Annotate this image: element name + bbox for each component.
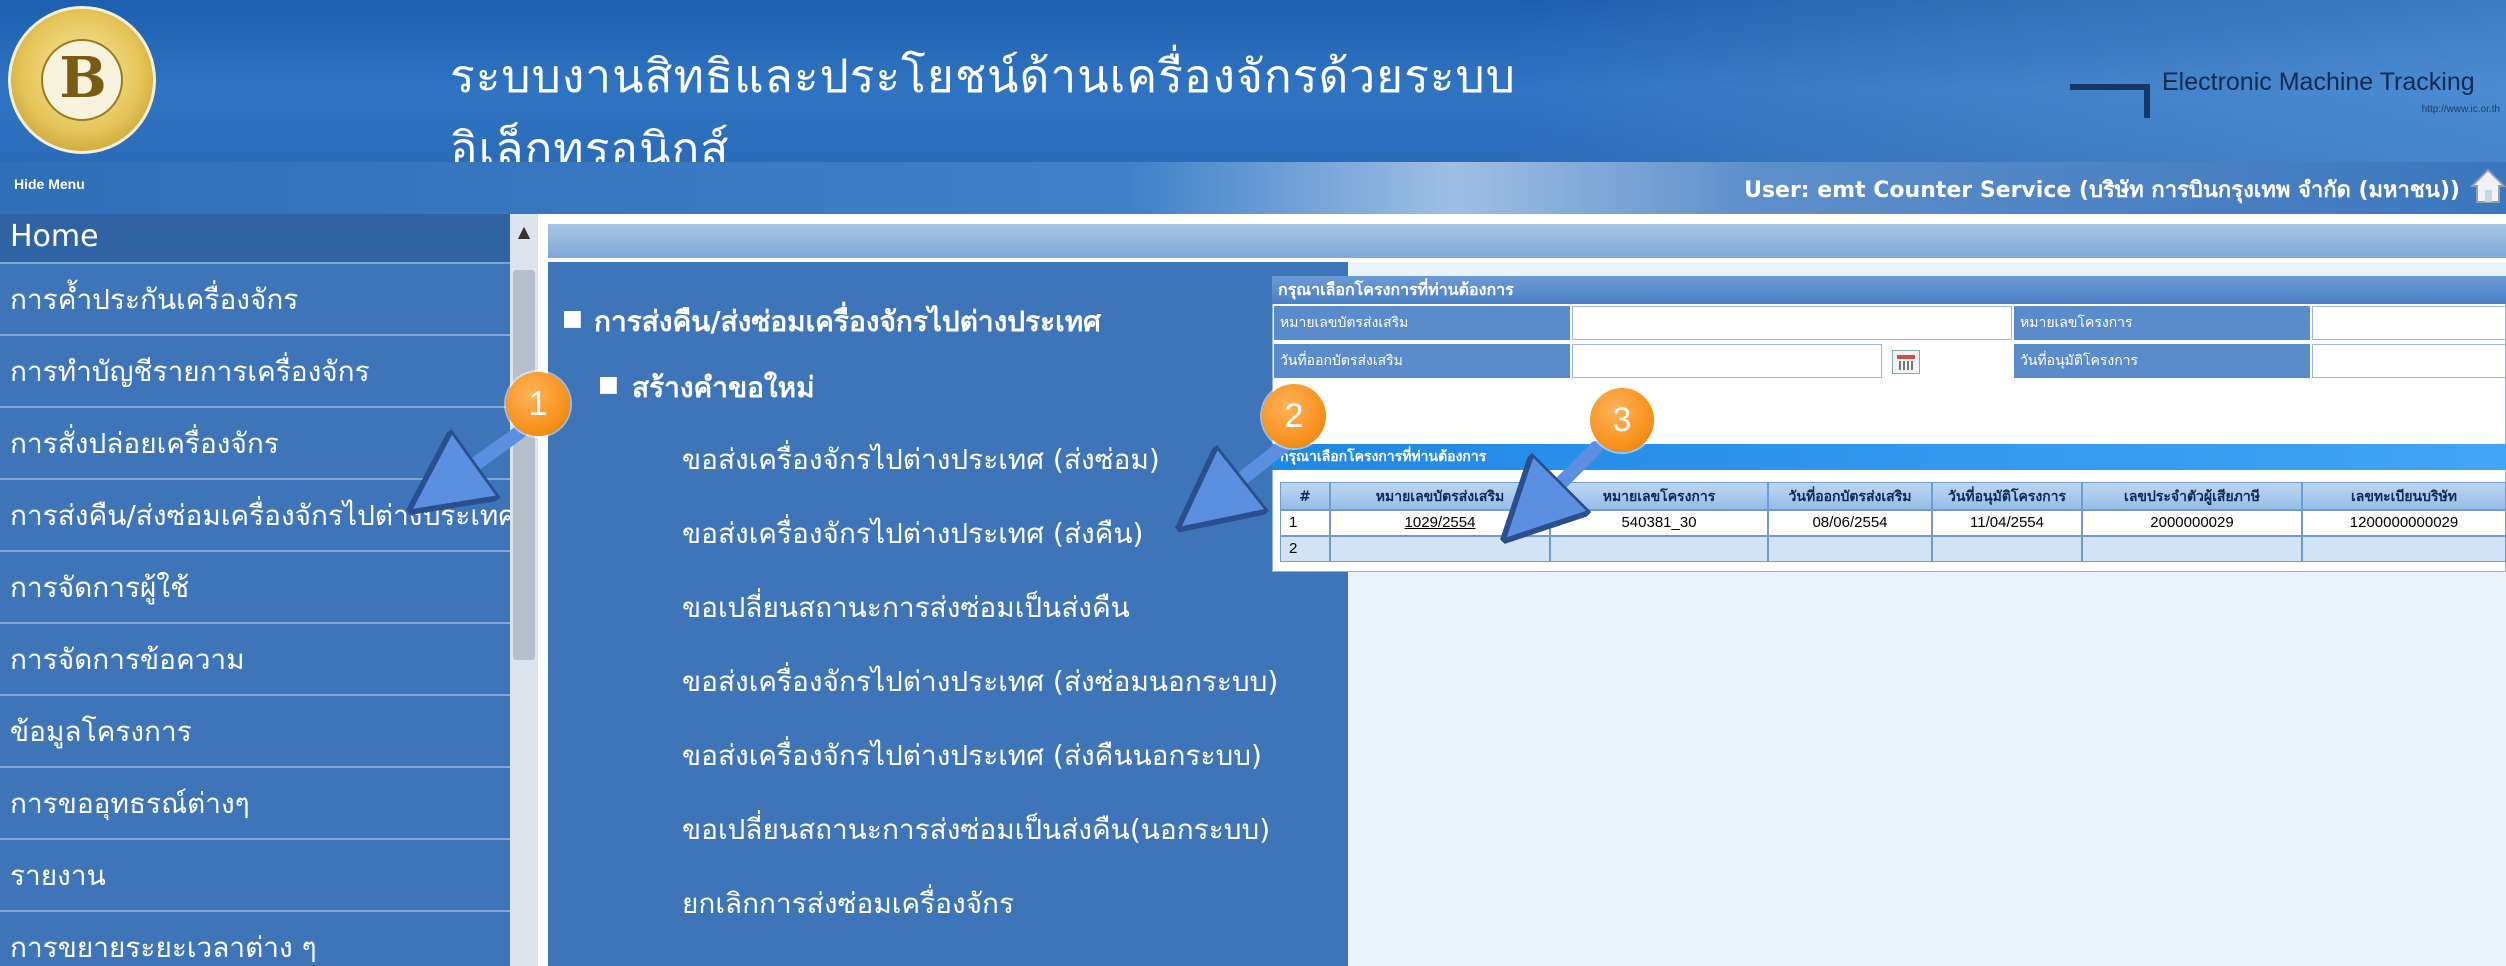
arrow-1: [442, 425, 527, 488]
callout-badge-3: 3: [1590, 388, 1654, 452]
callout-badge-1: 1: [506, 372, 570, 436]
arrow-2: [1210, 437, 1293, 504]
annotation-arrows: [0, 425, 1603, 966]
arrow-3: [1532, 441, 1603, 512]
callout-badge-2: 2: [1262, 384, 1326, 448]
